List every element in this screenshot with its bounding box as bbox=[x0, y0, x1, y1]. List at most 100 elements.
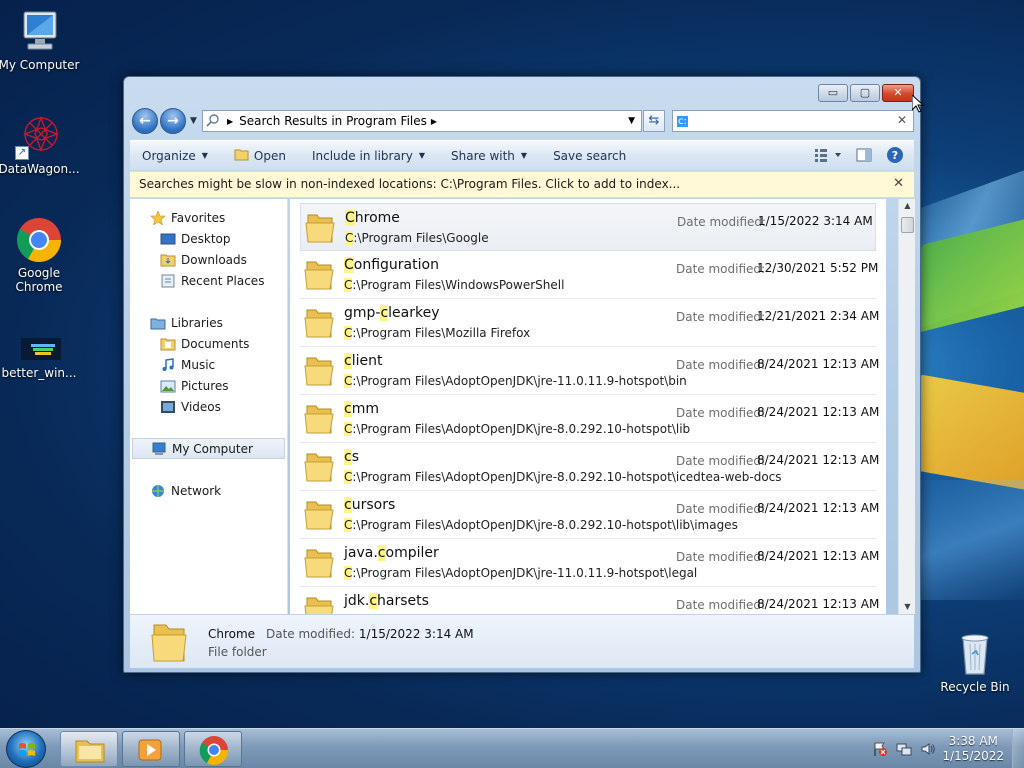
date-modified-label: Date modified: bbox=[676, 358, 766, 372]
folder-icon bbox=[304, 307, 334, 339]
result-name: jdk.charsets bbox=[344, 593, 429, 609]
search-box[interactable]: c: ✕ bbox=[672, 110, 914, 132]
nav-item-my-computer[interactable]: My Computer bbox=[132, 438, 285, 459]
desktop-icon-google-chrome[interactable]: Google Chrome bbox=[0, 216, 81, 294]
desktop-icon-better-win[interactable]: better_win... bbox=[0, 332, 81, 380]
result-path: C:\Program Files\Google bbox=[345, 231, 489, 245]
share-with-button[interactable]: Share with ▼ bbox=[451, 149, 527, 163]
refresh-icon: ⇆ bbox=[648, 113, 660, 128]
recycle-bin-icon bbox=[951, 630, 999, 678]
svg-text:?: ? bbox=[892, 149, 898, 162]
result-row[interactable]: Configuration C:\Program Files\WindowsPow… bbox=[300, 251, 879, 299]
desktop-icon-datawagon[interactable]: ↗ DataWagon... bbox=[0, 112, 81, 176]
search-match-highlight: c bbox=[344, 497, 352, 513]
result-path-rest: :\Program Files\AdoptOpenJDK\jre-11.0.11… bbox=[352, 566, 698, 580]
start-button[interactable] bbox=[6, 730, 46, 768]
close-icon[interactable]: ✕ bbox=[893, 176, 904, 191]
result-path-rest: :\Program Files\AdoptOpenJDK\jre-8.0.292… bbox=[352, 422, 691, 436]
close-button[interactable]: ✕ bbox=[882, 84, 914, 102]
nav-label: Pictures bbox=[181, 378, 229, 393]
nav-item-libraries[interactable]: Libraries bbox=[130, 312, 287, 333]
action-center-flag-icon[interactable] bbox=[872, 741, 888, 761]
taskbar-media-player-button[interactable] bbox=[122, 731, 180, 767]
scroll-up-icon[interactable]: ▲ bbox=[899, 199, 916, 213]
recent-pages-dropdown[interactable]: ▼ bbox=[190, 116, 197, 126]
maximize-button[interactable]: ▢ bbox=[850, 84, 880, 102]
result-row[interactable]: jdk.charsets Date modified: 8/24/2021 12:1… bbox=[300, 587, 880, 614]
organize-button[interactable]: Organize ▼ bbox=[142, 149, 208, 163]
search-input[interactable]: c: bbox=[677, 115, 688, 127]
result-row[interactable]: client C:\Program Files\AdoptOpenJDK\jre-… bbox=[300, 347, 879, 395]
search-match-highlight: c bbox=[344, 401, 352, 417]
wallpaper-flag-yellow bbox=[910, 374, 1024, 491]
computer-icon bbox=[15, 8, 63, 56]
taskbar-chrome-button[interactable] bbox=[184, 731, 242, 767]
result-name-rest: harsets bbox=[377, 593, 429, 609]
nav-item-downloads[interactable]: Downloads bbox=[130, 249, 287, 270]
date-modified-value: 12/30/2021 5:52 PM bbox=[757, 261, 879, 275]
folder-icon bbox=[304, 355, 334, 387]
date-modified-value: 1/15/2022 3:14 AM bbox=[758, 214, 873, 228]
save-search-button[interactable]: Save search bbox=[553, 149, 626, 163]
preview-pane-button[interactable] bbox=[856, 148, 872, 165]
result-name-rest: lient bbox=[351, 353, 383, 369]
result-path-rest: :\Program Files\Google bbox=[353, 231, 489, 245]
arrow-left-icon: ← bbox=[139, 113, 151, 129]
address-dropdown-icon[interactable]: ▼ bbox=[628, 116, 635, 126]
clock[interactable]: 3:38 AM 1/15/2022 bbox=[942, 734, 1004, 764]
nav-item-desktop[interactable]: Desktop bbox=[130, 228, 287, 249]
folder-icon bbox=[304, 403, 334, 435]
date-modified-label: Date modified: bbox=[676, 406, 766, 420]
refresh-button[interactable]: ⇆ bbox=[643, 110, 665, 132]
details-modified-label: Date modified: bbox=[266, 627, 356, 641]
open-button[interactable]: Open bbox=[234, 148, 286, 164]
change-view-button[interactable] bbox=[814, 148, 842, 165]
date-modified-value: 8/24/2021 12:13 AM bbox=[757, 597, 880, 611]
breadcrumb-separator-icon[interactable]: ▶ bbox=[227, 117, 233, 126]
result-row[interactable]: cmm C:\Program Files\AdoptOpenJDK\jre-8.0… bbox=[300, 395, 879, 443]
scroll-down-icon[interactable]: ▼ bbox=[899, 600, 916, 614]
nav-label: Videos bbox=[181, 399, 221, 414]
windows-logo-icon bbox=[19, 743, 35, 756]
result-row[interactable]: java.compiler C:\Program Files\AdoptOpenJ… bbox=[300, 539, 879, 587]
nav-item-videos[interactable]: Videos bbox=[130, 396, 287, 417]
minimize-button[interactable]: ▭ bbox=[818, 84, 848, 102]
result-name-prefix: jdk. bbox=[344, 593, 370, 609]
result-row[interactable]: cursors C:\Program Files\AdoptOpenJDK\jre… bbox=[300, 491, 879, 539]
vertical-scrollbar[interactable]: ▲ ▼ bbox=[898, 199, 915, 614]
folder-icon bbox=[304, 595, 334, 614]
result-row[interactable]: gmp-clearkey C:\Program Files\Mozilla Fir… bbox=[300, 299, 879, 347]
network-tray-icon[interactable] bbox=[896, 741, 912, 761]
details-type: File folder bbox=[208, 645, 267, 659]
desktop-icon-recycle-bin[interactable]: Recycle Bin bbox=[933, 630, 1017, 694]
scrollbar-thumb[interactable] bbox=[901, 217, 914, 233]
nav-item-favorites[interactable]: Favorites bbox=[130, 207, 287, 228]
breadcrumb-item[interactable]: Search Results in Program Files bbox=[239, 114, 427, 128]
volume-icon[interactable] bbox=[920, 741, 936, 761]
result-row[interactable]: cs C:\Program Files\AdoptOpenJDK\jre-8.0.… bbox=[300, 443, 879, 491]
nav-item-network[interactable]: Network bbox=[130, 480, 287, 501]
taskbar-explorer-button[interactable] bbox=[60, 731, 118, 767]
explorer-window[interactable]: ▭ ▢ ✕ ← → ▼ ▶ Search Results in Program … bbox=[123, 76, 921, 673]
result-name-rest: ursors bbox=[351, 497, 396, 513]
forward-button[interactable]: → bbox=[160, 108, 186, 134]
nav-item-music[interactable]: Music bbox=[130, 354, 287, 375]
clear-search-icon[interactable]: ✕ bbox=[897, 113, 907, 127]
include-in-library-button[interactable]: Include in library ▼ bbox=[312, 149, 425, 163]
system-tray bbox=[872, 741, 936, 761]
nav-item-documents[interactable]: Documents bbox=[130, 333, 287, 354]
result-path: C:\Program Files\AdoptOpenJDK\jre-11.0.1… bbox=[344, 566, 697, 580]
index-warning-bar[interactable]: Searches might be slow in non-indexed lo… bbox=[130, 171, 914, 198]
nav-item-pictures[interactable]: Pictures bbox=[130, 375, 287, 396]
back-button[interactable]: ← bbox=[132, 108, 158, 134]
nav-label: Network bbox=[171, 483, 222, 498]
nav-item-recent-places[interactable]: Recent Places bbox=[130, 270, 287, 291]
command-bar: Organize ▼ Open Include in library ▼ Share… bbox=[130, 140, 914, 170]
desktop-icon-my-computer[interactable]: My Computer bbox=[0, 8, 81, 72]
breadcrumb-separator-icon[interactable]: ▶ bbox=[431, 117, 437, 126]
result-name-rest: learkey bbox=[388, 305, 440, 321]
result-row[interactable]: Chrome C:\Program Files\Google Date modifi… bbox=[300, 203, 876, 251]
show-desktop-button[interactable] bbox=[1012, 729, 1024, 768]
address-bar[interactable]: ▶ Search Results in Program Files ▶ ▼ bbox=[202, 110, 642, 132]
help-button[interactable]: ? bbox=[886, 146, 904, 167]
